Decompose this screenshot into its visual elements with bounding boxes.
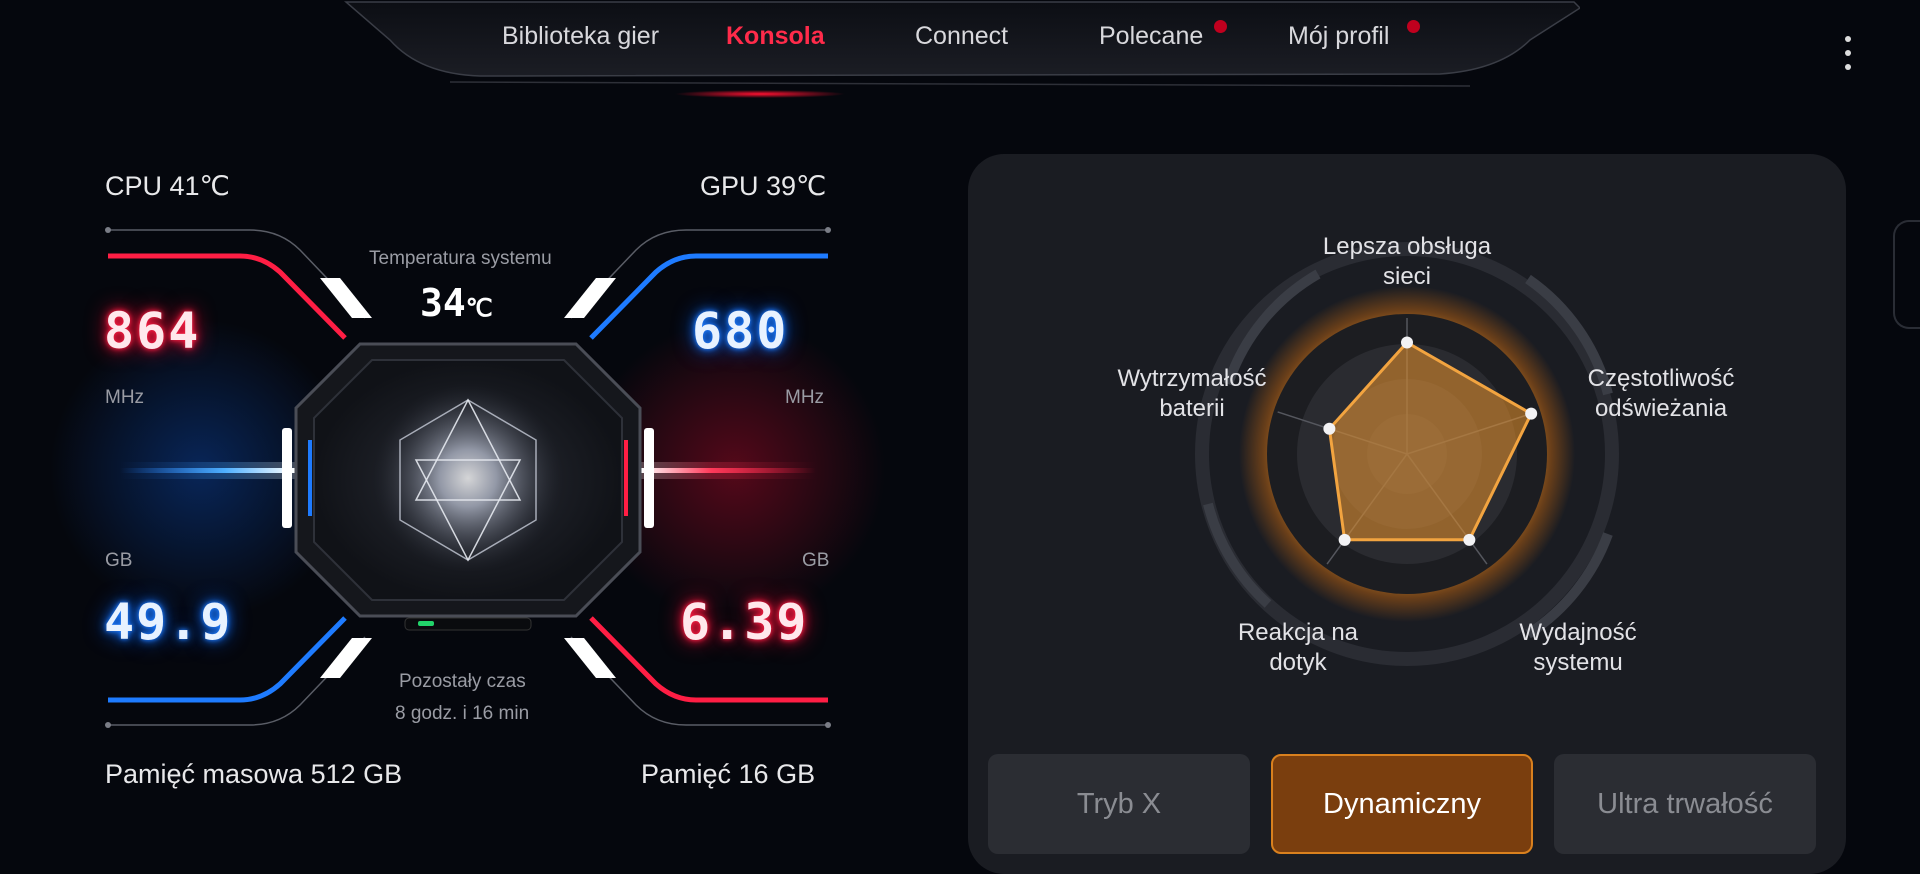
axis-label-touch-response: Reakcja na dotyk [1237, 619, 1359, 676]
performance-panel: Lepsza obsługa sieci Częstotliwość odśwież… [968, 154, 1846, 874]
system-monitor: CPU 41℃ GPU 39℃ Temperatura systemu 34℃ … [0, 0, 900, 847]
radar-point [1323, 422, 1336, 435]
mode-dynamic-button[interactable]: Dynamiczny [1271, 754, 1533, 854]
tab-recommended[interactable]: Polecane [1099, 22, 1203, 51]
memory-total-label: Pamięć 16 GB [641, 759, 816, 789]
radar-point [1525, 407, 1538, 420]
cpu-temp-label: CPU 41℃ [105, 171, 230, 201]
cpu-frequency: 864 [104, 302, 201, 360]
tab-my-profile[interactable]: Mój profil [1288, 22, 1389, 51]
axis-label-network: Lepsza obsługa sieci [1322, 233, 1492, 290]
mode-ultra-endurance-button[interactable]: Ultra trwałość [1554, 754, 1816, 854]
remaining-time-label: Pozostały czas [399, 671, 526, 692]
gpu-frequency-unit: MHz [785, 387, 825, 408]
storage-unit: GB [105, 550, 133, 571]
more-vertical-icon[interactable] [1836, 36, 1860, 82]
cpu-frequency-unit: MHz [105, 387, 145, 408]
ram-free-value: 6.39 [680, 593, 809, 651]
side-panel-handle[interactable] [1893, 220, 1920, 329]
storage-free-value: 49.9 [104, 593, 233, 651]
storage-total-label: Pamięć masowa 512 GB [105, 759, 403, 789]
radar-point [1338, 533, 1351, 546]
notification-dot [1214, 20, 1227, 33]
system-temp-value: 34℃ [420, 281, 493, 325]
tab-connect[interactable]: Connect [915, 22, 1008, 51]
radar-point [1401, 336, 1413, 349]
radar-point [1463, 533, 1476, 546]
gpu-frequency: 680 [692, 302, 789, 360]
axis-label-battery-endurance: Wytrzymałość baterii [1117, 365, 1267, 422]
notification-dot [1407, 20, 1420, 33]
mode-x-button[interactable]: Tryb X [988, 754, 1250, 854]
remaining-time-value: 8 godz. i 16 min [395, 703, 530, 724]
ram-unit: GB [802, 550, 830, 571]
system-temp-label: Temperatura systemu [369, 248, 552, 269]
axis-label-system-performance: Wydajność systemu [1519, 619, 1637, 676]
axis-label-refresh-rate: Częstotliwość odświeżania [1587, 365, 1735, 422]
gpu-temp-label: GPU 39℃ [700, 171, 827, 201]
